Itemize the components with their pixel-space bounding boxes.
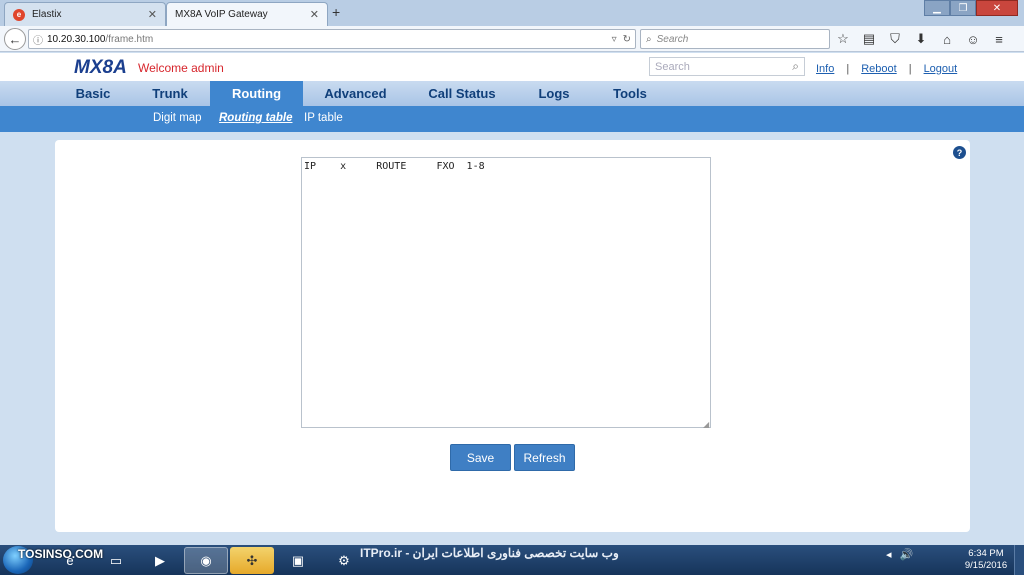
app-search-input[interactable]: Search ⌕ <box>649 57 805 76</box>
nav-basic[interactable]: Basic <box>62 81 124 106</box>
dropdown-arrow-icon[interactable]: ▿ <box>612 34 617 45</box>
url-host: 10.20.30.100 <box>47 33 106 45</box>
new-tab-button[interactable]: + <box>332 4 340 20</box>
resize-grip-icon[interactable]: ◢ <box>703 420 709 429</box>
browser-navbar: ← ⓘ 10.20.30.100 /frame.htm ▿ ↻ ⌕ Search… <box>0 26 1024 52</box>
welcome-text: Welcome admin <box>138 61 224 75</box>
search-icon[interactable]: ⌕ <box>792 59 799 74</box>
main-nav: Basic Trunk Routing Advanced Call Status… <box>0 81 1024 106</box>
media-player-taskbar-icon[interactable]: ▶ <box>138 547 182 574</box>
reload-icon[interactable]: ↻ <box>623 34 631 45</box>
tab-title: MX8A VoIP Gateway <box>175 9 268 20</box>
info-link[interactable]: Info <box>816 63 834 75</box>
subnav-routing-table[interactable]: Routing table <box>219 112 292 124</box>
home-icon[interactable]: ⌂ <box>940 30 954 48</box>
reading-list-icon[interactable]: ▤ <box>862 30 876 48</box>
nav-tools[interactable]: Tools <box>604 81 656 106</box>
nav-routing[interactable]: Routing <box>210 81 303 106</box>
elastix-favicon-icon: e <box>13 8 25 21</box>
maximize-icon[interactable]: ❐ <box>950 0 976 16</box>
info-circle-icon[interactable]: ⓘ <box>33 32 43 47</box>
nav-advanced[interactable]: Advanced <box>318 81 393 106</box>
taskbar-clock[interactable]: 6:34 PM 9/15/2016 <box>962 548 1010 572</box>
pocket-icon[interactable]: ⛉ <box>888 30 902 48</box>
save-button[interactable]: Save <box>450 444 511 471</box>
nav-trunk[interactable]: Trunk <box>140 81 200 106</box>
tab-title: Elastix <box>32 9 62 20</box>
itpro-watermark: ITPro.ir - وب سایت تخصصی فناوری اطلاعات … <box>360 546 619 560</box>
search-placeholder: Search <box>656 33 689 45</box>
browser-tab-mx8a[interactable]: MX8A VoIP Gateway ✕ <box>166 2 328 26</box>
logout-link[interactable]: Logout <box>924 63 958 75</box>
routing-table-textarea[interactable]: IP x ROUTE FXO 1-8 <box>301 157 711 428</box>
system-tray: ◂ 🔊 <box>886 548 913 561</box>
close-window-icon[interactable]: ✕ <box>976 0 1018 16</box>
refresh-button[interactable]: Refresh <box>514 444 575 471</box>
clock-date: 9/15/2016 <box>964 560 1008 571</box>
search-icon: ⌕ <box>646 33 652 45</box>
close-tab-icon[interactable]: ✕ <box>310 8 319 21</box>
show-desktop-button[interactable] <box>1014 545 1024 575</box>
url-path: /frame.htm <box>105 33 154 45</box>
browser-tab-strip: e Elastix ✕ MX8A VoIP Gateway ✕ + ▁ ❐ ✕ <box>0 0 1024 26</box>
download-icon[interactable]: ⬇ <box>914 30 928 48</box>
file-explorer-taskbar-icon[interactable]: ▭ <box>94 547 138 574</box>
firefox-taskbar-icon[interactable]: ◉ <box>184 547 228 574</box>
chat-icon[interactable]: ☺ <box>966 30 980 48</box>
tray-arrow-icon[interactable]: ◂ <box>886 548 892 561</box>
minimize-icon[interactable]: ▁ <box>924 0 950 16</box>
header-links: Info | Reboot | Logout <box>816 63 958 75</box>
back-arrow-icon[interactable]: ← <box>4 28 26 50</box>
nav-call-status[interactable]: Call Status <box>420 81 504 106</box>
bookmark-star-icon[interactable]: ☆ <box>836 30 850 48</box>
sub-nav: Digit map Routing table IP table <box>0 106 1024 132</box>
menu-icon[interactable]: ≡ <box>992 30 1006 48</box>
help-icon[interactable]: ? <box>953 146 966 159</box>
subnav-ip-table[interactable]: IP table <box>304 112 343 124</box>
browser-search-input[interactable]: ⌕ Search <box>640 29 830 49</box>
ie-taskbar-icon[interactable]: e <box>48 547 92 574</box>
address-bar[interactable]: ⓘ 10.20.30.100 /frame.htm ▿ ↻ <box>28 29 636 49</box>
subnav-digit-map[interactable]: Digit map <box>153 112 202 124</box>
reboot-link[interactable]: Reboot <box>861 63 896 75</box>
window-controls: ▁ ❐ ✕ <box>924 0 1018 16</box>
volume-icon[interactable]: 🔊 <box>900 548 914 561</box>
app-logo: MX8A <box>74 57 127 78</box>
app-search-placeholder: Search <box>655 60 690 73</box>
browser-toolbar-icons: ☆ ▤ ⛉ ⬇ ⌂ ☺ ≡ <box>836 30 1006 48</box>
command-prompt-taskbar-icon[interactable]: ▣ <box>276 547 320 574</box>
network-tool-taskbar-icon[interactable]: ✣ <box>230 547 274 574</box>
clock-time: 6:34 PM <box>968 548 1004 559</box>
browser-tab-elastix[interactable]: e Elastix ✕ <box>4 2 166 26</box>
nav-logs[interactable]: Logs <box>530 81 578 106</box>
app-header: MX8A Welcome admin Search ⌕ Info | Reboo… <box>0 53 1024 81</box>
close-tab-icon[interactable]: ✕ <box>148 8 157 21</box>
